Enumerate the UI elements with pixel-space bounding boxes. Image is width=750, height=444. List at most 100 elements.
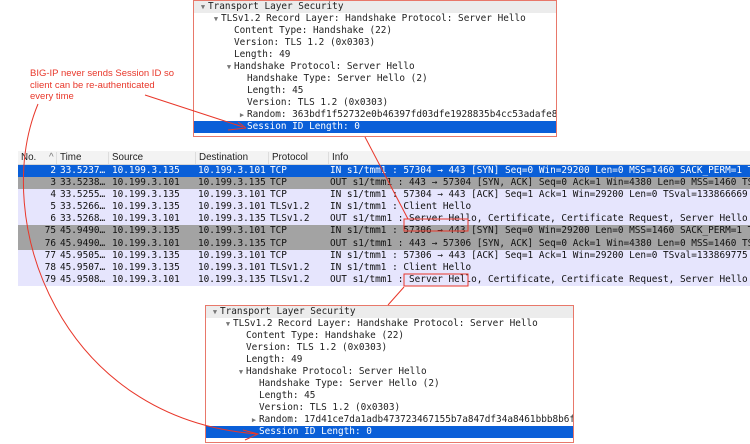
detail-row[interactable]: Version: TLS 1.2 (0x0303)	[194, 97, 556, 109]
table-row[interactable]: 78 45.9507… 10.199.3.135 10.199.3.101 TLSv1.…	[18, 261, 750, 274]
collapsed-triangle-icon[interactable]: ▶	[249, 414, 259, 426]
table-row[interactable]: 4 33.5255… 10.199.3.135 10.199.3.101 TCP IN s…	[18, 189, 750, 202]
table-row[interactable]: 77 45.9505… 10.199.3.135 10.199.3.101 TCP IN …	[18, 249, 750, 262]
detail-row[interactable]: ▶ Random: 17d41ce7da1adb473723467155b7a84…	[206, 414, 573, 426]
packet-source: 10.199.3.135	[112, 189, 180, 201]
detail-row[interactable]: ▼ Handshake Protocol: Server Hello	[194, 61, 556, 73]
packet-number: 2	[50, 165, 56, 176]
detail-row[interactable]: Handshake Type: Server Hello (2)	[206, 378, 573, 390]
packet-source: 10.199.3.135	[112, 201, 180, 213]
packet-destination: 10.199.3.101	[198, 165, 266, 176]
table-row[interactable]: 5 33.5266… 10.199.3.135 10.199.3.101 TLSv1.2…	[18, 201, 750, 214]
expanded-triangle-icon[interactable]: ▼	[210, 306, 220, 318]
detail-row[interactable]: Length: 45	[206, 390, 573, 402]
detail-row-text: Session ID Length: 0	[247, 121, 360, 132]
packet-protocol: TCP	[270, 225, 287, 237]
packet-time: 45.9508…	[60, 273, 106, 285]
detail-row-text: Version: TLS 1.2 (0x0303)	[246, 342, 388, 353]
expanded-triangle-icon[interactable]: ▼	[224, 61, 234, 73]
detail-row[interactable]: ▼ TLSv1.2 Record Layer: Handshake Protoco…	[194, 13, 556, 25]
packet-number: 3	[50, 177, 56, 189]
detail-row[interactable]: Version: TLS 1.2 (0x0303)	[206, 342, 573, 354]
column-source[interactable]: Source	[108, 152, 143, 164]
detail-row-text: Content Type: Handshake (22)	[246, 330, 405, 341]
detail-row[interactable]: Session ID Length: 0	[194, 121, 556, 133]
packet-source: 10.199.3.135	[112, 261, 180, 273]
packet-protocol: TCP	[270, 237, 287, 249]
packet-destination: 10.199.3.135	[198, 177, 266, 189]
expanded-triangle-icon[interactable]: ▼	[236, 366, 246, 378]
detail-row[interactable]: Handshake Type: Server Hello (2)	[194, 73, 556, 85]
packet-source: 10.199.3.101	[112, 177, 180, 189]
detail-row[interactable]: Session ID Length: 0	[206, 426, 573, 438]
detail-row[interactable]: Version: TLS 1.2 (0x0303)	[206, 402, 573, 414]
detail-row-text: Version: TLS 1.2 (0x0303)	[247, 97, 389, 108]
detail-row[interactable]: Content Type: Handshake (22)	[194, 25, 556, 37]
detail-row[interactable]: Length: 49	[194, 49, 556, 61]
sort-indicator-icon[interactable]: ^	[46, 152, 54, 164]
detail-row[interactable]: Version: TLS 1.2 (0x0303)	[194, 37, 556, 49]
packet-source: 10.199.3.135	[112, 165, 180, 176]
table-row[interactable]: 79 45.9508… 10.199.3.101 10.199.3.135 TLSv1.…	[18, 273, 750, 286]
packet-destination: 10.199.3.101	[198, 249, 266, 261]
detail-row-text: Content Type: Handshake (22)	[234, 25, 393, 36]
detail-row-text: TLSv1.2 Record Layer: Handshake Protocol…	[221, 13, 526, 24]
table-row[interactable]: 6 33.5268… 10.199.3.101 10.199.3.135 TLSv1.2…	[18, 213, 750, 226]
detail-row-text: Transport Layer Security	[208, 1, 344, 12]
packet-number: 6	[50, 213, 56, 225]
packet-number: 77	[44, 249, 56, 261]
packet-destination: 10.199.3.135	[198, 213, 266, 225]
expanded-triangle-icon[interactable]: ▼	[223, 318, 233, 330]
packet-time: 45.9505…	[60, 249, 106, 261]
detail-row-text: Transport Layer Security	[220, 306, 356, 317]
detail-row-text: Handshake Type: Server Hello (2)	[247, 73, 428, 84]
expanded-triangle-icon[interactable]: ▼	[198, 1, 208, 13]
table-row[interactable]: 76 45.9490… 10.199.3.101 10.199.3.135 TCP OUT…	[18, 237, 750, 250]
packet-list-header: No. ^ Time Source Destination Protocol I…	[18, 151, 750, 165]
table-row[interactable]: 2 33.5237… 10.199.3.135 10.199.3.101 TCP IN s…	[18, 165, 750, 178]
packet-destination: 10.199.3.135	[198, 237, 266, 249]
packet-info: OUT s1/tmm1 : 443 → 57306 [SYN, ACK] Seq…	[330, 237, 750, 249]
packet-destination: 10.199.3.101	[198, 225, 266, 237]
column-info[interactable]: Info	[328, 152, 348, 164]
packet-info: IN s1/tmm1 : Client Hello	[330, 201, 472, 213]
detail-row[interactable]: ▼ Transport Layer Security	[194, 1, 556, 13]
detail-row[interactable]: ▶ Random: 363bdf1f52732e0b46397fd03dfe192…	[194, 109, 556, 121]
packet-time: 45.9507…	[60, 261, 106, 273]
detail-row-text: Length: 49	[234, 49, 291, 60]
packet-info: IN s1/tmm1 : 57304 → 443 [ACK] Seq=1 Ack…	[330, 189, 750, 201]
packet-time: 33.5268…	[60, 213, 106, 225]
packet-info: IN s1/tmm1 : Client Hello	[330, 261, 472, 273]
column-protocol[interactable]: Protocol	[268, 152, 308, 164]
packet-info: OUT s1/tmm1 : 443 → 57304 [SYN, ACK] Seq…	[330, 177, 750, 189]
packet-number: 76	[44, 237, 56, 249]
detail-row-text: Handshake Protocol: Server Hello	[246, 366, 427, 377]
packet-time: 45.9490…	[60, 225, 106, 237]
packet-list[interactable]: No. ^ Time Source Destination Protocol I…	[18, 151, 750, 286]
detail-row[interactable]: Length: 49	[206, 354, 573, 366]
detail-row[interactable]: Content Type: Handshake (22)	[206, 330, 573, 342]
detail-row[interactable]: ▼ TLSv1.2 Record Layer: Handshake Protoco…	[206, 318, 573, 330]
packet-destination: 10.199.3.135	[198, 273, 266, 285]
table-row[interactable]: 75 45.9490… 10.199.3.135 10.199.3.101 TCP IN …	[18, 225, 750, 238]
packet-source: 10.199.3.101	[112, 273, 180, 285]
packet-protocol: TLSv1.2	[270, 261, 310, 273]
expanded-triangle-icon[interactable]: ▼	[211, 13, 221, 25]
packet-info: OUT s1/tmm1 : Server Hello, Certificate,…	[330, 213, 750, 225]
table-row[interactable]: 3 33.5238… 10.199.3.101 10.199.3.135 TCP OUT …	[18, 177, 750, 190]
detail-row-text: Random: 363bdf1f52732e0b46397fd03dfe1928…	[247, 109, 556, 120]
packet-time: 33.5238…	[60, 177, 106, 189]
collapsed-triangle-icon[interactable]: ▶	[237, 109, 247, 121]
detail-row[interactable]: ▼ Transport Layer Security	[206, 306, 573, 318]
packet-info: IN s1/tmm1 : 57304 → 443 [SYN] Seq=0 Win…	[330, 165, 750, 176]
packet-info: IN s1/tmm1 : 57306 → 443 [ACK] Seq=1 Ack…	[330, 249, 750, 261]
connector-bottom-to-row79	[387, 286, 405, 306]
packet-time: 33.5237…	[60, 165, 106, 176]
column-destination[interactable]: Destination	[195, 152, 248, 164]
column-no[interactable]: No.	[18, 152, 36, 164]
column-time[interactable]: Time	[56, 152, 81, 164]
packet-protocol: TCP	[270, 165, 287, 176]
detail-row[interactable]: ▼ Handshake Protocol: Server Hello	[206, 366, 573, 378]
detail-row-text: Length: 45	[247, 85, 304, 96]
detail-row[interactable]: Length: 45	[194, 85, 556, 97]
